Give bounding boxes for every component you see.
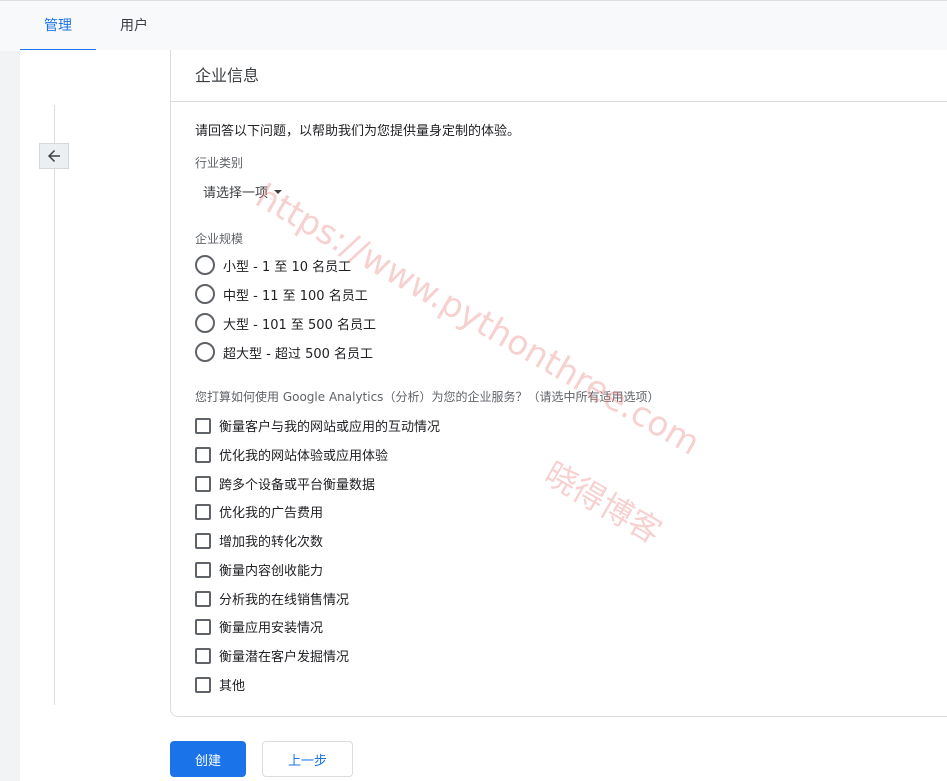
previous-step-button[interactable]: 上一步 (262, 741, 353, 777)
checkbox-label: 衡量应用安装情况 (219, 621, 324, 636)
radio-label: 小型 - 1 至 10 名员工 (223, 259, 352, 275)
card-divider (171, 101, 947, 102)
size-option-small[interactable]: 小型 - 1 至 10 名员工 (195, 255, 351, 275)
radio-label: 大型 - 101 至 500 名员工 (223, 317, 376, 333)
usage-option[interactable]: 衡量内容创收能力 (195, 560, 323, 579)
back-arrow-button[interactable] (39, 143, 69, 169)
checkbox-label: 优化我的网站体验或应用体验 (219, 449, 389, 464)
radio-label: 超大型 - 超过 500 名员工 (223, 346, 374, 362)
caret-down-icon (274, 190, 283, 194)
business-info-card: 企业信息 请回答以下问题，以帮助我们为您提供量身定制的体验。 行业类别 请选择一… (170, 50, 947, 717)
checkbox-label: 衡量客户与我的网站或应用的互动情况 (219, 420, 441, 435)
checkbox[interactable] (195, 417, 211, 434)
radio-button[interactable] (195, 313, 215, 333)
checkbox-label: 优化我的广告费用 (219, 506, 324, 521)
checkbox-label: 增加我的转化次数 (219, 535, 324, 550)
checkbox[interactable] (195, 446, 211, 463)
arrow-left-icon (48, 150, 60, 162)
size-option-xlarge[interactable]: 超大型 - 超过 500 名员工 (195, 342, 373, 362)
industry-select[interactable]: 请选择一项 (203, 182, 283, 201)
card-title: 企业信息 (195, 66, 260, 85)
industry-select-value: 请选择一项 (203, 186, 269, 201)
checkbox[interactable] (195, 532, 211, 549)
radio-button[interactable] (195, 284, 215, 304)
tab-admin[interactable]: 管理 (20, 1, 96, 51)
radio-button[interactable] (195, 255, 215, 275)
intro-text: 请回答以下问题，以帮助我们为您提供量身定制的体验。 (195, 124, 521, 139)
checkbox-label: 分析我的在线销售情况 (219, 593, 350, 608)
usage-option[interactable]: 优化我的广告费用 (195, 502, 323, 521)
checkbox-label: 跨多个设备或平台衡量数据 (219, 478, 376, 493)
radio-label: 中型 - 11 至 100 名员工 (223, 288, 368, 304)
checkbox[interactable] (195, 561, 211, 578)
checkbox[interactable] (195, 590, 211, 607)
usage-question-label: 您打算如何使用 Google Analytics（分析）为您的企业服务？（请选中… (195, 390, 660, 404)
checkbox-label: 衡量内容创收能力 (219, 564, 324, 579)
size-option-large[interactable]: 大型 - 101 至 500 名员工 (195, 313, 376, 333)
usage-option[interactable]: 衡量客户与我的网站或应用的互动情况 (195, 416, 440, 435)
checkbox-label: 其他 (219, 679, 246, 694)
usage-option[interactable]: 其他 (195, 675, 245, 694)
checkbox[interactable] (195, 676, 211, 693)
radio-button[interactable] (195, 342, 215, 362)
usage-option[interactable]: 跨多个设备或平台衡量数据 (195, 474, 375, 493)
tab-users[interactable]: 用户 (104, 1, 164, 51)
usage-option[interactable]: 分析我的在线销售情况 (195, 589, 349, 608)
checkbox[interactable] (195, 503, 211, 520)
main-panel: 企业信息 请回答以下问题，以帮助我们为您提供量身定制的体验。 行业类别 请选择一… (20, 50, 947, 781)
top-tab-bar: 管理 用户 (0, 0, 947, 51)
step-progress-line (54, 105, 55, 705)
size-option-medium[interactable]: 中型 - 11 至 100 名员工 (195, 284, 368, 304)
create-button[interactable]: 创建 (170, 741, 246, 777)
checkbox[interactable] (195, 475, 211, 492)
usage-option[interactable]: 优化我的网站体验或应用体验 (195, 445, 388, 464)
usage-option[interactable]: 增加我的转化次数 (195, 531, 323, 550)
industry-label: 行业类别 (195, 156, 244, 170)
company-size-label: 企业规模 (195, 232, 244, 246)
checkbox-label: 衡量潜在客户发掘情况 (219, 650, 350, 665)
checkbox[interactable] (195, 618, 211, 635)
usage-option[interactable]: 衡量潜在客户发掘情况 (195, 646, 349, 665)
usage-option[interactable]: 衡量应用安装情况 (195, 617, 323, 636)
checkbox[interactable] (195, 647, 211, 664)
